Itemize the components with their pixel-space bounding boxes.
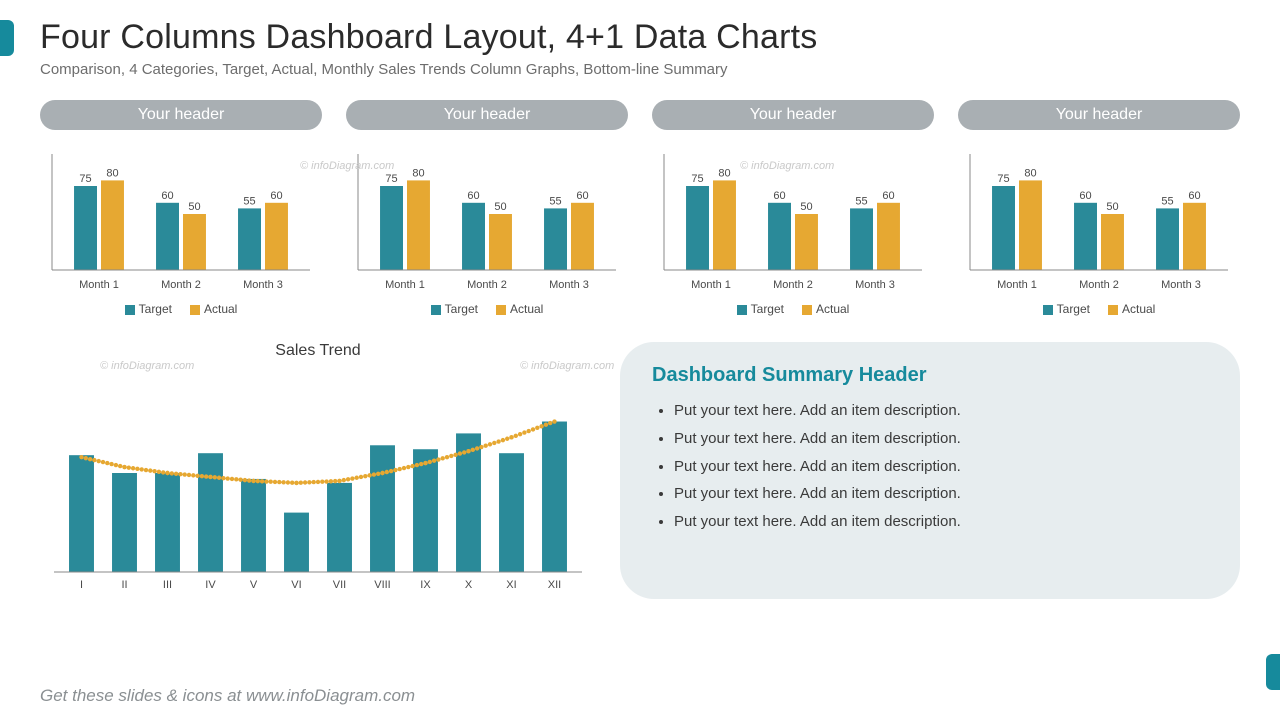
- svg-text:Month 3: Month 3: [855, 279, 895, 291]
- svg-text:X: X: [465, 579, 473, 591]
- summary-item: Put your text here. Add an item descript…: [674, 425, 1208, 453]
- legend-target: Target: [125, 302, 172, 316]
- svg-text:50: 50: [1106, 201, 1118, 213]
- header-pill: Your header: [652, 100, 934, 130]
- svg-text:V: V: [250, 579, 258, 591]
- svg-text:60: 60: [270, 190, 282, 202]
- summary-item: Put your text here. Add an item descript…: [674, 453, 1208, 481]
- svg-text:75: 75: [79, 173, 91, 185]
- big-chart: IIIIIIIVVVIVIIVIIIIXXXIXII: [40, 364, 596, 594]
- small-col-1: Your header 75 80 Month 1 60 50 Month 2 55 60 Mo…: [40, 100, 322, 316]
- header-pill: Your header: [958, 100, 1240, 130]
- svg-text:60: 60: [1079, 190, 1091, 202]
- svg-text:Month 2: Month 2: [161, 279, 201, 291]
- legend-target: Target: [1043, 302, 1090, 316]
- svg-text:80: 80: [106, 167, 118, 179]
- legend-target: Target: [431, 302, 478, 316]
- mini-legend: Target Actual: [431, 302, 544, 316]
- small-col-2: Your header 75 80 Month 1 60 50 Month 2 55 60 Mo…: [346, 100, 628, 316]
- summary-item: Put your text here. Add an item descript…: [674, 508, 1208, 536]
- page-subtitle: Comparison, 4 Categories, Target, Actual…: [40, 61, 1240, 78]
- slide: Four Columns Dashboard Layout, 4+1 Data …: [0, 0, 1280, 720]
- summary-item: Put your text here. Add an item descript…: [674, 480, 1208, 508]
- mini-chart-1: 75 80 Month 1 60 50 Month 2 55 60 Month 3: [40, 144, 322, 294]
- mini-legend: Target Actual: [1043, 302, 1156, 316]
- svg-text:IV: IV: [205, 579, 216, 591]
- big-chart-title: Sales Trend: [40, 342, 596, 360]
- svg-text:75: 75: [997, 173, 1009, 185]
- svg-text:Month 3: Month 3: [1161, 279, 1201, 291]
- svg-text:Month 2: Month 2: [773, 279, 813, 291]
- footer-text: Get these slides & icons at www.infoDiag…: [40, 686, 415, 706]
- svg-text:50: 50: [188, 201, 200, 213]
- accent-left: [0, 20, 14, 56]
- svg-text:75: 75: [385, 173, 397, 185]
- svg-text:II: II: [121, 579, 127, 591]
- small-charts-row: Your header 75 80 Month 1 60 50 Month 2 55 60 Mo…: [40, 100, 1240, 316]
- legend-actual: Actual: [802, 302, 849, 316]
- mini-legend: Target Actual: [737, 302, 850, 316]
- mini-chart-3: 75 80 Month 1 60 50 Month 2 55 60 Month 3: [652, 144, 934, 294]
- svg-text:80: 80: [718, 167, 730, 179]
- svg-text:80: 80: [1024, 167, 1036, 179]
- svg-text:60: 60: [882, 190, 894, 202]
- svg-text:XII: XII: [548, 579, 561, 591]
- legend-target: Target: [737, 302, 784, 316]
- legend-actual: Actual: [496, 302, 543, 316]
- page-title: Four Columns Dashboard Layout, 4+1 Data …: [40, 18, 1240, 57]
- svg-text:III: III: [163, 579, 172, 591]
- svg-text:80: 80: [412, 167, 424, 179]
- svg-text:55: 55: [243, 195, 255, 207]
- svg-text:75: 75: [691, 173, 703, 185]
- svg-text:Month 3: Month 3: [549, 279, 589, 291]
- svg-text:60: 60: [467, 190, 479, 202]
- svg-text:I: I: [80, 579, 83, 591]
- summary-panel: Dashboard Summary Header Put your text h…: [620, 342, 1240, 599]
- svg-text:Month 2: Month 2: [467, 279, 507, 291]
- legend-actual: Actual: [1108, 302, 1155, 316]
- svg-text:VIII: VIII: [374, 579, 391, 591]
- svg-text:55: 55: [549, 195, 561, 207]
- summary-list: Put your text here. Add an item descript…: [652, 397, 1208, 536]
- svg-text:60: 60: [1188, 190, 1200, 202]
- small-col-3: Your header 75 80 Month 1 60 50 Month 2 55 60 Mo…: [652, 100, 934, 316]
- mini-chart-4: 75 80 Month 1 60 50 Month 2 55 60 Month 3: [958, 144, 1240, 294]
- header-pill: Your header: [40, 100, 322, 130]
- accent-right: [1266, 654, 1280, 690]
- header-pill: Your header: [346, 100, 628, 130]
- svg-text:Month 2: Month 2: [1079, 279, 1119, 291]
- svg-text:60: 60: [161, 190, 173, 202]
- big-chart-wrap: Sales Trend IIIIIIIVVVIVIIVIIIIXXXIXII: [40, 342, 596, 599]
- mini-legend: Target Actual: [125, 302, 238, 316]
- summary-header: Dashboard Summary Header: [652, 364, 1208, 387]
- svg-text:55: 55: [1161, 195, 1173, 207]
- svg-text:IX: IX: [420, 579, 431, 591]
- svg-text:XI: XI: [506, 579, 516, 591]
- svg-text:Month 1: Month 1: [691, 279, 731, 291]
- svg-text:VII: VII: [333, 579, 346, 591]
- svg-text:VI: VI: [291, 579, 301, 591]
- svg-text:Month 1: Month 1: [79, 279, 119, 291]
- lower-row: Sales Trend IIIIIIIVVVIVIIVIIIIXXXIXII D…: [40, 342, 1240, 599]
- svg-text:50: 50: [494, 201, 506, 213]
- svg-text:Month 3: Month 3: [243, 279, 283, 291]
- svg-text:55: 55: [855, 195, 867, 207]
- svg-text:Month 1: Month 1: [997, 279, 1037, 291]
- svg-text:60: 60: [576, 190, 588, 202]
- mini-chart-2: 75 80 Month 1 60 50 Month 2 55 60 Month 3: [346, 144, 628, 294]
- svg-text:60: 60: [773, 190, 785, 202]
- svg-text:50: 50: [800, 201, 812, 213]
- summary-item: Put your text here. Add an item descript…: [674, 397, 1208, 425]
- svg-text:Month 1: Month 1: [385, 279, 425, 291]
- small-col-4: Your header 75 80 Month 1 60 50 Month 2 55 60 Mo…: [958, 100, 1240, 316]
- legend-actual: Actual: [190, 302, 237, 316]
